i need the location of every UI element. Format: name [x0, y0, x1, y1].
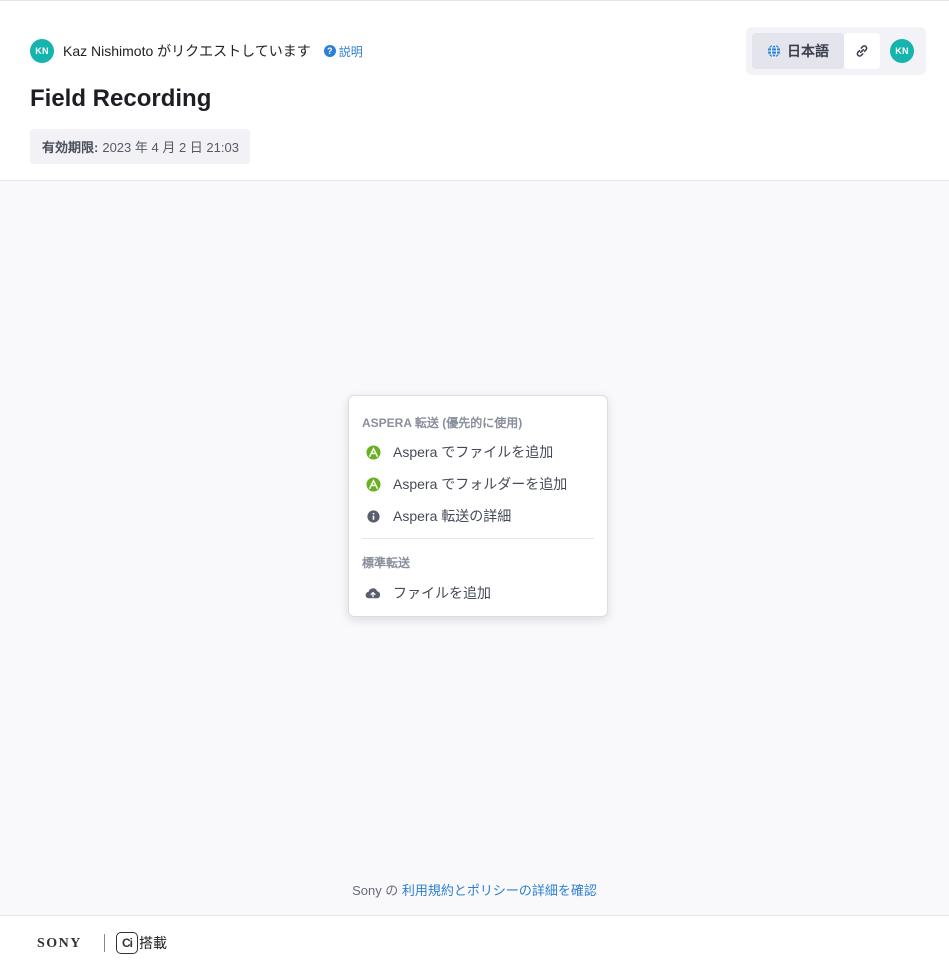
sony-logo: SONY: [37, 936, 82, 951]
requester-text: Kaz Nishimoto がリクエストしています: [63, 43, 311, 59]
help-link[interactable]: ? 説明: [323, 43, 363, 60]
aspera-details-label: Aspera 転送の詳細: [393, 508, 512, 524]
aspera-add-folder-item[interactable]: Aspera でフォルダーを追加: [362, 470, 594, 498]
copy-link-button[interactable]: [844, 33, 880, 69]
footer-divider: [104, 934, 105, 952]
aspera-add-files-label: Aspera でファイルを追加: [393, 444, 554, 460]
ci-mark: Ci: [116, 932, 138, 954]
header-controls: 日本語 KN: [746, 27, 926, 75]
expiry-value: 2023 年 4 月 2 日 21:03: [102, 140, 239, 155]
terms-prefix: Sony の: [352, 883, 402, 898]
standard-add-files-label: ファイルを追加: [393, 585, 491, 601]
requester-row: KN Kaz Nishimoto がリクエストしています ? 説明: [30, 39, 363, 63]
page-title: Field Recording: [30, 85, 212, 112]
standard-section-heading: 標準転送: [362, 556, 411, 570]
aspera-icon: [365, 444, 381, 460]
aspera-add-files-item[interactable]: Aspera でファイルを追加: [362, 438, 594, 466]
standard-add-files-item[interactable]: ファイルを追加: [362, 579, 594, 607]
menu-divider: [362, 538, 594, 539]
footer: SONY Ci 搭載: [0, 915, 949, 967]
ci-suffix: 搭載: [139, 935, 167, 951]
info-circle-icon: [365, 508, 381, 524]
upload-area: ASPERA 転送 (優先的に使用) Aspera でファイルを追加 Asper…: [0, 181, 949, 915]
cloud-upload-icon: [365, 585, 381, 601]
question-circle-icon: ?: [323, 45, 336, 57]
aspera-section-heading: ASPERA 転送 (優先的に使用): [362, 416, 523, 430]
terms-notice: Sony の 利用規約とポリシーの詳細を確認: [0, 880, 949, 899]
globe-icon: [767, 44, 781, 58]
aspera-add-folder-label: Aspera でフォルダーを追加: [393, 476, 568, 492]
upload-menu: ASPERA 転送 (優先的に使用) Aspera でファイルを追加 Asper…: [348, 395, 608, 617]
requester-avatar: KN: [30, 39, 54, 63]
request-header: KN Kaz Nishimoto がリクエストしています ? 説明 Field …: [0, 1, 949, 181]
expiry-badge: 有効期限: 2023 年 4 月 2 日 21:03: [30, 129, 250, 164]
link-icon: [856, 45, 868, 57]
aspera-details-item[interactable]: Aspera 転送の詳細: [362, 502, 594, 530]
ci-logo: Ci 搭載: [116, 932, 167, 954]
language-button[interactable]: 日本語: [752, 33, 844, 69]
user-avatar-button[interactable]: KN: [890, 39, 914, 63]
expiry-label: 有効期限:: [42, 140, 99, 155]
aspera-icon: [365, 476, 381, 492]
terms-link[interactable]: 利用規約とポリシーの詳細を確認: [402, 883, 597, 898]
language-label: 日本語: [787, 43, 829, 59]
help-label: 説明: [338, 44, 363, 59]
